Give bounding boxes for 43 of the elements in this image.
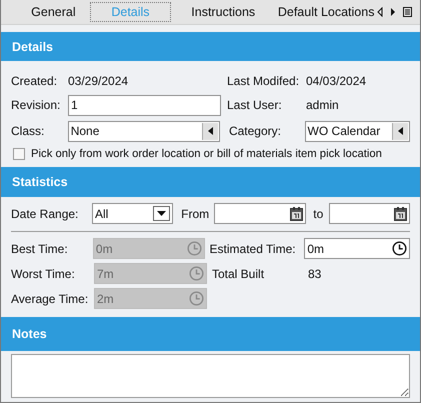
field-label: Best Time: bbox=[11, 242, 69, 256]
class-select[interactable]: None bbox=[68, 120, 220, 142]
revision-field[interactable]: 1 bbox=[68, 94, 221, 116]
field-value: 83 bbox=[308, 266, 322, 281]
section-title: Details bbox=[12, 40, 53, 54]
field-label: Date Range: bbox=[11, 206, 80, 221]
field-label: Average Time: bbox=[11, 292, 90, 306]
scroll-left-icon[interactable] bbox=[377, 6, 383, 17]
field-label: Class: bbox=[11, 124, 46, 138]
calendar-icon[interactable] bbox=[290, 206, 304, 221]
clock-icon[interactable] bbox=[392, 241, 407, 256]
notes-field[interactable] bbox=[11, 354, 410, 398]
menu-icon[interactable] bbox=[403, 6, 412, 17]
calendar-icon[interactable] bbox=[394, 206, 408, 221]
to-date-field[interactable] bbox=[328, 203, 410, 224]
field-label: From bbox=[181, 206, 210, 221]
field-label: Worst Time: bbox=[11, 266, 76, 281]
tab[interactable]: Instructions bbox=[175, 2, 272, 22]
from-date-field[interactable] bbox=[214, 203, 306, 224]
left-arrow-icon[interactable] bbox=[206, 126, 214, 136]
section-title: Statistics bbox=[12, 174, 68, 189]
field-label: to bbox=[313, 206, 324, 221]
time-field[interactable]: 0m bbox=[304, 238, 410, 260]
checkbox[interactable] bbox=[13, 148, 25, 160]
field-label: Revision: bbox=[11, 98, 62, 112]
field-label: Estimated Time: bbox=[210, 242, 297, 256]
field-label: Created: bbox=[11, 74, 58, 88]
scroll-right-icon[interactable] bbox=[390, 6, 396, 17]
field-label: Last Modifed: bbox=[227, 74, 300, 88]
tab[interactable]: Default Locations bbox=[275, 2, 377, 22]
left-arrow-icon[interactable] bbox=[397, 126, 404, 136]
field-value: admin bbox=[306, 98, 339, 112]
category-select[interactable]: WO Calendar bbox=[304, 120, 410, 142]
checkbox-label: Pick only from work order location or bill of materials item pick location bbox=[31, 148, 382, 160]
field-label: Category: bbox=[228, 124, 282, 138]
field-value: 03/29/2024 bbox=[68, 74, 130, 88]
section-title: Notes bbox=[12, 326, 47, 341]
dropdown-arrow-icon bbox=[157, 211, 166, 216]
field-value: 04/03/2024 bbox=[306, 74, 366, 88]
field-label: Last User: bbox=[227, 98, 283, 112]
date-range-select[interactable]: All bbox=[92, 203, 174, 224]
field-label: Total Built bbox=[212, 266, 266, 281]
tab[interactable]: General bbox=[21, 2, 86, 22]
